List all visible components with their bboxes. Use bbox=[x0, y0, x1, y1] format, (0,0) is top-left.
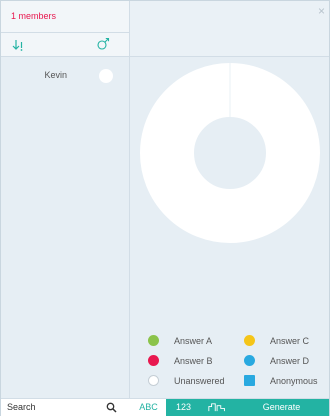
results-panel: × Answer A Answer C Answer B Answer D Un… bbox=[130, 1, 329, 398]
answer-c-marker bbox=[244, 335, 255, 346]
bottom-toolbar: Search ABC 123 Generate bbox=[1, 398, 329, 416]
legend-label: Anonymous bbox=[270, 376, 318, 386]
legend-label: Answer C bbox=[270, 336, 310, 346]
generate-button[interactable]: Generate bbox=[234, 399, 329, 416]
sort-numeric-button[interactable]: 123 bbox=[166, 399, 201, 416]
search-field[interactable]: Search bbox=[1, 399, 131, 416]
sort-alphabetical-button[interactable]: ABC bbox=[131, 399, 166, 416]
legend-label: Answer D bbox=[270, 356, 310, 366]
legend-label: Unanswered bbox=[174, 376, 225, 386]
student-sidebar: 1 members Kevin bbox=[1, 1, 130, 398]
search-input[interactable]: Search bbox=[7, 402, 36, 412]
answer-b-marker bbox=[148, 355, 159, 366]
student-response-indicator bbox=[99, 69, 113, 83]
sort-bar bbox=[1, 33, 129, 57]
unanswered-marker bbox=[148, 375, 159, 386]
members-count: 1 members bbox=[1, 1, 129, 33]
group-icon bbox=[207, 403, 225, 412]
answer-a-marker bbox=[148, 335, 159, 346]
results-header bbox=[130, 1, 329, 57]
search-icon[interactable] bbox=[106, 402, 117, 413]
student-row[interactable]: Kevin bbox=[1, 67, 129, 89]
group-button[interactable] bbox=[201, 399, 234, 416]
response-donut-chart bbox=[140, 63, 320, 243]
legend-label: Answer B bbox=[174, 356, 213, 366]
answer-d-marker bbox=[244, 355, 255, 366]
legend-label: Answer A bbox=[174, 336, 213, 346]
close-icon[interactable]: × bbox=[318, 5, 325, 17]
anonymous-marker bbox=[244, 375, 255, 386]
student-name: Kevin bbox=[44, 70, 67, 80]
gender-icon[interactable] bbox=[96, 37, 110, 51]
sort-icon[interactable] bbox=[11, 38, 25, 52]
